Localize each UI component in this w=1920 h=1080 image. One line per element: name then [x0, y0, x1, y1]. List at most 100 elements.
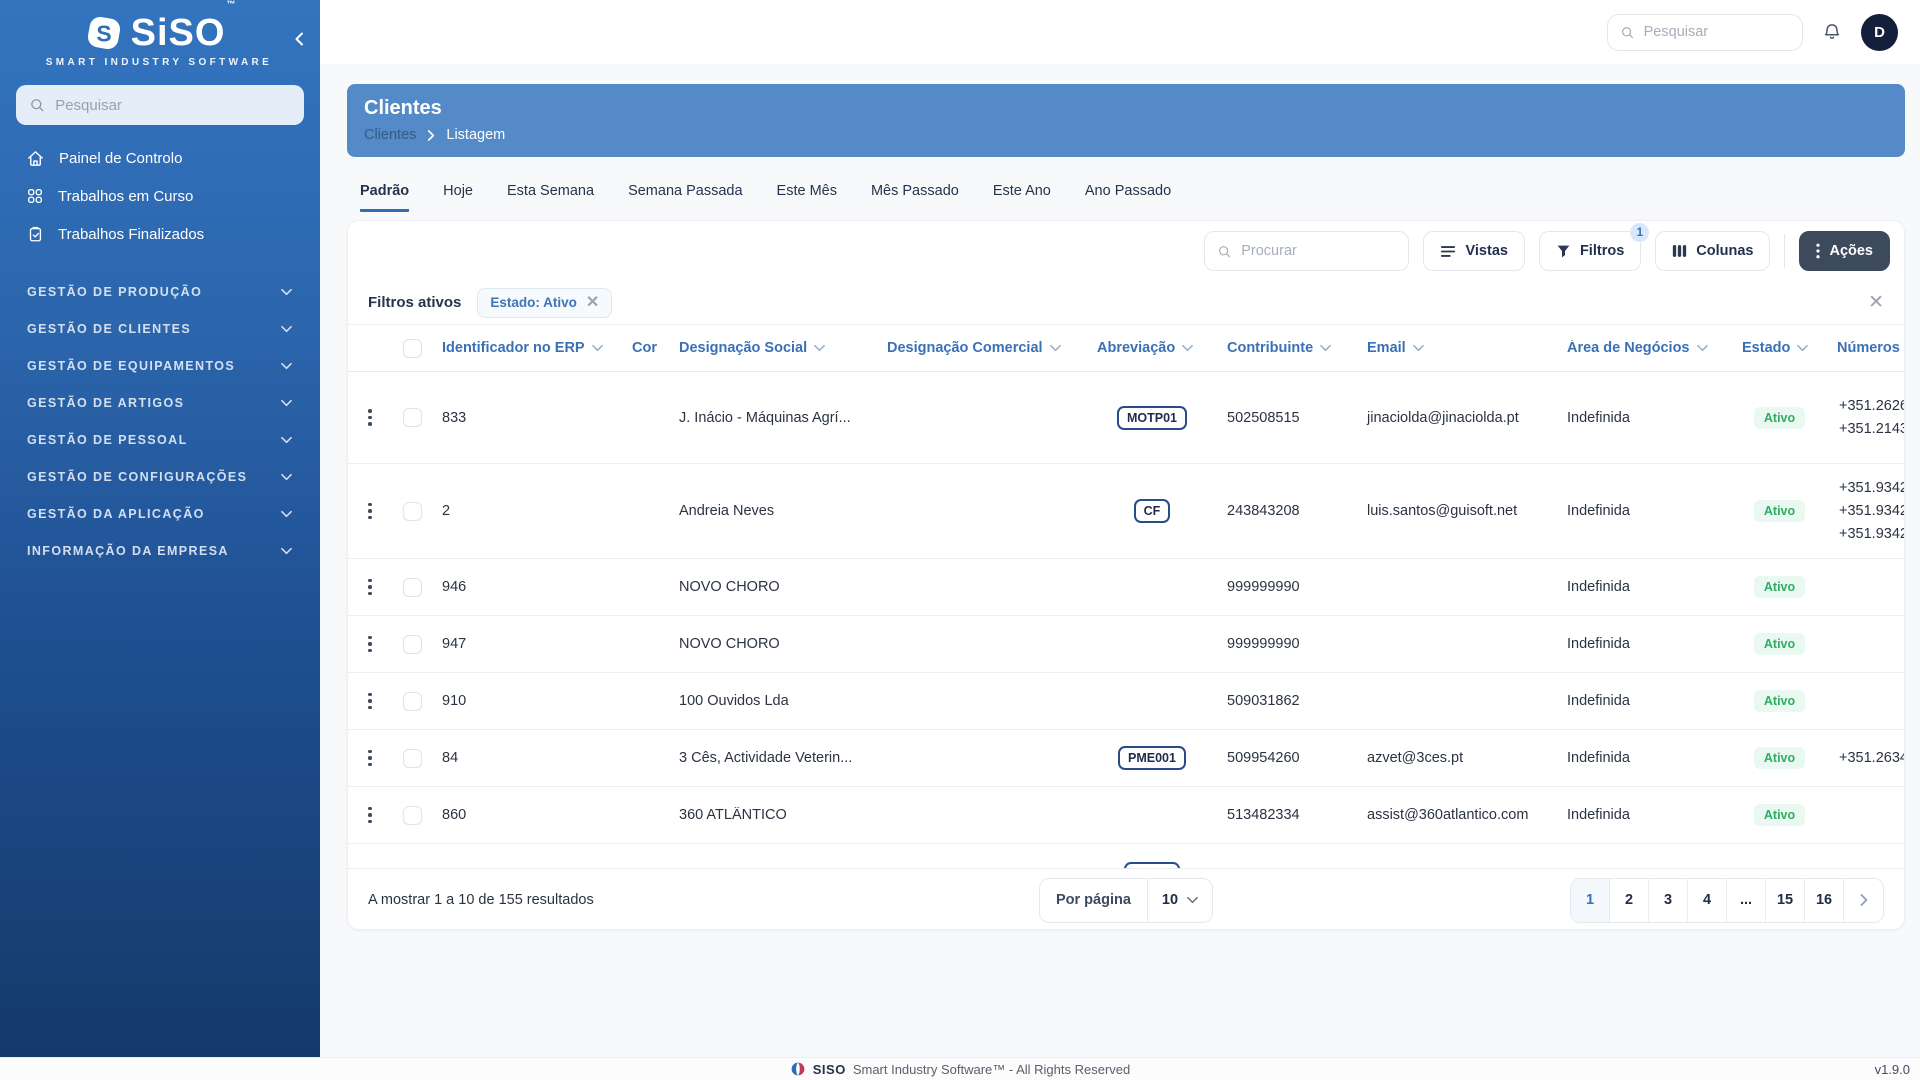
- global-search[interactable]: [1607, 13, 1803, 51]
- status-badge: Ativo: [1753, 690, 1806, 712]
- close-filters-bar-button[interactable]: ✕: [1868, 293, 1884, 312]
- svg-text:S: S: [96, 21, 111, 47]
- row-menu-cell: [348, 403, 392, 432]
- row-checkbox[interactable]: [402, 748, 422, 768]
- row-menu-cell: [348, 687, 392, 716]
- row-checkbox[interactable]: [402, 634, 422, 654]
- row-menu-button[interactable]: [362, 687, 378, 716]
- sidebar-section-label: GESTÃO DE CONFIGURAÇÕES: [27, 469, 248, 484]
- breadcrumb-parent[interactable]: Clientes: [364, 127, 416, 143]
- chevron-down-icon: [281, 288, 292, 295]
- row-menu-button[interactable]: [362, 744, 378, 773]
- sidebar-section-gestao-de-clientes[interactable]: GESTÃO DE CLIENTES: [0, 310, 320, 347]
- table-search-input[interactable]: [1241, 243, 1397, 259]
- sidebar-search[interactable]: [16, 85, 304, 125]
- row-menu-button[interactable]: [362, 573, 378, 602]
- row-menu-button[interactable]: [362, 403, 378, 432]
- filters-button[interactable]: Filtros 1: [1538, 223, 1650, 271]
- table-search[interactable]: [1204, 231, 1410, 271]
- tab-este-mes[interactable]: Este Mês: [777, 183, 837, 212]
- page-button-3[interactable]: 3: [1649, 878, 1689, 922]
- columns-button[interactable]: Colunas: [1655, 231, 1771, 271]
- user-avatar[interactable]: D: [1861, 13, 1898, 51]
- topbar: D: [320, 0, 1920, 64]
- row-checkbox-cell: [392, 748, 432, 768]
- row-menu-button[interactable]: [362, 497, 378, 526]
- sidebar-sections: GESTÃO DE PRODUÇÃO GESTÃO DE CLIENTES GEST…: [0, 273, 320, 569]
- row-checkbox[interactable]: [402, 408, 422, 427]
- actions-button[interactable]: Ações: [1799, 231, 1890, 271]
- sidebar-section-gestao-de-pessoal[interactable]: GESTÃO DE PESSOAL: [0, 421, 320, 458]
- column-header-numeros-d[interactable]: Números d: [1827, 340, 1904, 356]
- column-header-identificador-no-erp[interactable]: Identificador no ERP: [432, 340, 622, 356]
- page-button-1[interactable]: 1: [1571, 878, 1611, 922]
- sidebar-section-gestao-da-aplicacao[interactable]: GESTÃO DA APLICAÇÃO: [0, 495, 320, 532]
- row-checkbox[interactable]: [402, 501, 422, 521]
- sidebar-section-gestao-de-producao[interactable]: GESTÃO DE PRODUÇÃO: [0, 273, 320, 310]
- sidebar-section-gestao-de-artigos[interactable]: GESTÃO DE ARTIGOS: [0, 384, 320, 421]
- page-button-16[interactable]: 16: [1805, 878, 1845, 922]
- sidebar-section-gestao-de-configuracoes[interactable]: GESTÃO DE CONFIGURAÇÕES: [0, 458, 320, 495]
- tab-semana-passada[interactable]: Semana Passada: [628, 183, 742, 212]
- tab-ano-passado[interactable]: Ano Passado: [1085, 183, 1171, 212]
- column-header-label: Identificador no ERP: [442, 340, 585, 356]
- cell-social-name: NOVO CHORO: [679, 579, 780, 595]
- page-button-4[interactable]: 4: [1688, 878, 1728, 922]
- column-header-designacao-comercial[interactable]: Designação Comercial: [877, 340, 1087, 356]
- sidebar-section-informacao-da-empresa[interactable]: INFORMAÇÃO DA EMPRESA: [0, 532, 320, 569]
- table-row: 2 Andreia Neves CF 243843208 luis.santos@gui…: [348, 464, 1904, 559]
- per-page-select[interactable]: 10: [1148, 879, 1212, 922]
- page-button-15[interactable]: 15: [1766, 878, 1806, 922]
- tab-este-ano[interactable]: Este Ano: [993, 183, 1051, 212]
- clipped-abbreviation-badge: [1124, 862, 1180, 868]
- column-header-label: Designação Social: [679, 340, 808, 356]
- chevron-down-icon: [1797, 344, 1809, 352]
- cell-erp-id: 947: [442, 636, 467, 652]
- status-badge: Ativo: [1753, 406, 1806, 429]
- row-menu-button[interactable]: [362, 630, 378, 659]
- filter-chip-estado-ativo[interactable]: Estado: Ativo ✕: [477, 287, 613, 318]
- column-header-cor[interactable]: Cor: [622, 340, 669, 356]
- logo-wordmark: SiSO™: [130, 0, 237, 54]
- next-page-button[interactable]: [1844, 879, 1883, 922]
- abbreviation-badge: MOTP01: [1116, 405, 1187, 430]
- row-checkbox[interactable]: [402, 577, 422, 597]
- column-header-email[interactable]: Email: [1357, 340, 1557, 356]
- cell-tax-id: 509031862: [1227, 693, 1300, 709]
- global-search-input[interactable]: [1643, 24, 1790, 40]
- chevron-down-icon: [591, 344, 603, 352]
- logo-tagline: SMART INDUSTRY SOFTWARE: [45, 57, 273, 68]
- sidebar-item-painel-de-controlo[interactable]: Painel de Controlo: [0, 139, 320, 177]
- sidebar-item-trabalhos-finalizados[interactable]: Trabalhos Finalizados: [0, 215, 320, 253]
- notifications-button[interactable]: [1821, 21, 1843, 43]
- column-header-abreviacao[interactable]: Abreviação: [1087, 340, 1217, 356]
- tab-padrao[interactable]: Padrão: [360, 183, 410, 212]
- views-button[interactable]: Vistas: [1423, 231, 1525, 271]
- tab-hoje[interactable]: Hoje: [443, 183, 473, 212]
- column-header-contribuinte[interactable]: Contribuinte: [1217, 340, 1357, 356]
- select-all-checkbox[interactable]: [402, 338, 422, 358]
- page-header-banner: Clientes Clientes Listagem: [347, 84, 1905, 157]
- sidebar-search-input[interactable]: [55, 96, 291, 114]
- cell-business-area: Indefinida: [1567, 636, 1630, 652]
- tab-esta-semana[interactable]: Esta Semana: [507, 183, 594, 212]
- sidebar-collapse-button[interactable]: [292, 32, 306, 49]
- column-header-estado[interactable]: Estado: [1732, 340, 1827, 356]
- breadcrumb: Clientes Listagem: [364, 127, 1888, 143]
- sidebar-item-trabalhos-em-curso[interactable]: Trabalhos em Curso: [0, 177, 320, 215]
- search-icon: [1219, 245, 1231, 257]
- footer-copyright: Smart Industry Software™ - All Rights Re…: [852, 1061, 1131, 1077]
- clipboard-check-icon: [29, 226, 42, 242]
- chip-close-icon[interactable]: ✕: [586, 294, 599, 311]
- page-button-2[interactable]: 2: [1610, 878, 1650, 922]
- chevron-down-icon: [1696, 344, 1708, 352]
- search-icon: [1621, 26, 1634, 38]
- column-header-area-de-negocios[interactable]: Área de Negócios: [1557, 340, 1732, 356]
- row-checkbox[interactable]: [402, 805, 422, 825]
- column-header-designacao-social[interactable]: Designação Social: [669, 340, 877, 356]
- sidebar-section-gestao-de-equipamentos[interactable]: GESTÃO DE EQUIPAMENTOS: [0, 347, 320, 384]
- row-checkbox[interactable]: [402, 691, 422, 711]
- row-menu-button[interactable]: [362, 801, 378, 830]
- column-header-label: Estado: [1742, 340, 1791, 356]
- tab-mes-passado[interactable]: Mês Passado: [871, 183, 959, 212]
